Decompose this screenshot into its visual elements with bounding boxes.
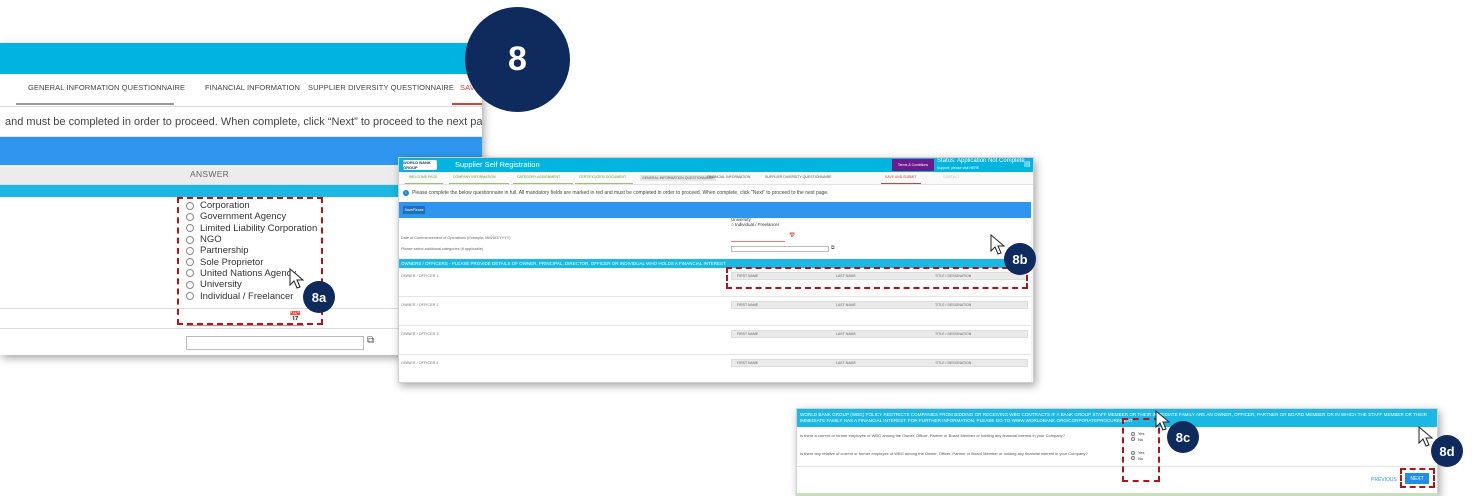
title-designation-header: TITLE / DESIGNATION: [935, 361, 972, 365]
toolbar-band: [399, 202, 1031, 218]
lookup-icon[interactable]: ⧉: [831, 245, 835, 251]
row-divider: [797, 466, 1437, 467]
lookup-icon[interactable]: ⧉: [367, 335, 374, 346]
save-reuse-button[interactable]: Save/Reuse: [403, 206, 425, 214]
last-name-header: LAST NAME: [836, 361, 856, 365]
app-header-bar: [0, 43, 482, 74]
tab-diversity[interactable]: SUPPLIER DIVERSITY QUESTIONNAIRE: [765, 175, 832, 179]
tab-active-underline: [16, 103, 174, 105]
first-name-header: FIRST NAME: [737, 361, 759, 365]
owner-row-4: OWNER / OFFICER 4 FIRST NAME LAST NAME T…: [399, 356, 1031, 382]
owner-fields-header: FIRST NAME LAST NAME TITLE / DESIGNATION: [731, 301, 1028, 309]
tab-save-underline: [452, 103, 482, 105]
instruction-text: and must be completed in order to procee…: [0, 107, 482, 137]
tab-contact[interactable]: CONTACT: [943, 175, 960, 179]
cursor-icon: [990, 234, 1006, 255]
tab-done-underline: [449, 183, 509, 184]
owner-fields-header: FIRST NAME LAST NAME TITLE / DESIGNATION: [731, 330, 1028, 338]
first-name-header: FIRST NAME: [737, 332, 759, 336]
owner-label: OWNER / OFFICER 3: [401, 332, 439, 336]
instruction-notice: i Please complete the below questionnair…: [399, 185, 1033, 200]
highlight-box-8d: [1400, 468, 1435, 488]
step-number-circle: 8: [465, 7, 570, 112]
badge-8b: 8b: [1004, 243, 1036, 275]
badge-8d: 8d: [1431, 435, 1463, 467]
tab-welcome[interactable]: WELCOME PAGE: [409, 175, 438, 179]
option-fragment-freelancer: ○ Individual / Freelancer: [731, 222, 780, 227]
title-designation-header: TITLE / DESIGNATION: [935, 332, 972, 336]
application-status: Status: Application Not Complete Support…: [937, 158, 1025, 170]
tab-done-underline: [575, 183, 633, 184]
info-icon: i: [403, 189, 409, 196]
tab-alert-underline: [881, 183, 921, 184]
app-title: Supplier Self Registration: [455, 160, 540, 169]
owner-label: OWNER / OFFICER 1: [401, 274, 439, 278]
owner-row-3: OWNER / OFFICER 3 FIRST NAME LAST NAME T…: [399, 327, 1031, 355]
last-name-header: LAST NAME: [836, 303, 856, 307]
question-current-employee: Is there a current or former employee of…: [800, 433, 1065, 438]
additional-categories-input[interactable]: [186, 336, 364, 350]
wbg-policy-banner: WORLD BANK GROUP (WBG) POLICY RESTRICTS …: [797, 409, 1437, 427]
additional-categories-label: Please select additional categories (if …: [401, 247, 484, 251]
tab-category[interactable]: CATEGORY ASSIGNMENT: [517, 175, 560, 179]
tab-general-information[interactable]: GENERAL INFORMATION QUESTIONNAIRE: [28, 83, 185, 92]
title-designation-header: TITLE / DESIGNATION: [935, 303, 972, 307]
terms-button[interactable]: Terms & Conditions: [892, 159, 934, 171]
tab-certificates[interactable]: CERTIFICATES/ DOCUMENT: [579, 175, 626, 179]
vertical-scrollbar[interactable]: [1031, 202, 1033, 382]
highlight-box-8b: [726, 267, 1028, 289]
owner-fields-header: FIRST NAME LAST NAME TITLE / DESIGNATION: [731, 359, 1028, 367]
tab-financial-information[interactable]: FINANCIAL INFORMATION: [205, 83, 300, 92]
tab-done-underline: [405, 183, 443, 184]
wbg-logo: WORLD BANK GROUP: [403, 160, 437, 170]
tab-company-info[interactable]: COMPANY INFORMATION: [453, 175, 496, 179]
tab-save-submit[interactable]: SAVE AND SUBMIT: [885, 175, 916, 179]
date-input-underline[interactable]: [186, 325, 304, 326]
badge-8c: 8c: [1167, 421, 1199, 453]
owner-label: OWNER / OFFICER 4: [401, 361, 439, 365]
previous-link[interactable]: PREVIOUS: [1371, 477, 1397, 483]
first-name-header: FIRST NAME: [737, 303, 759, 307]
question-relative-employee: Is there any relative of current or form…: [800, 451, 1088, 456]
tab-financial[interactable]: FINANCIAL INFORMATION: [707, 175, 750, 179]
tab-general-info[interactable]: GENERAL INFORMATION QUESTIONNAIRE: [640, 175, 716, 181]
answer-column-header: ANSWER: [190, 169, 230, 179]
last-name-header: LAST NAME: [836, 332, 856, 336]
owner-row-2: OWNER / OFFICER 2 FIRST NAME LAST NAME T…: [399, 298, 1031, 326]
additional-categories-input[interactable]: [731, 246, 829, 252]
highlight-box-8a: [177, 197, 323, 325]
progress-line: [797, 493, 1437, 495]
tab-supplier-diversity[interactable]: SUPPLIER DIVERSITY QUESTIONNAIRE: [308, 83, 454, 92]
date-commencement-input[interactable]: [731, 241, 785, 242]
policy-questions-screenshot: WORLD BANK GROUP (WBG) POLICY RESTRICTS …: [796, 408, 1438, 496]
date-commencement-label: Date of Commencement of Operations (Exam…: [401, 236, 511, 240]
calendar-icon[interactable]: 📅: [789, 233, 795, 239]
menu-icon[interactable]: ▤: [1024, 160, 1031, 168]
cursor-icon: [289, 268, 305, 289]
badge-8a: 8a: [303, 281, 335, 313]
tab-done-underline: [513, 183, 573, 184]
owner-label: OWNER / OFFICER 2: [401, 303, 439, 307]
